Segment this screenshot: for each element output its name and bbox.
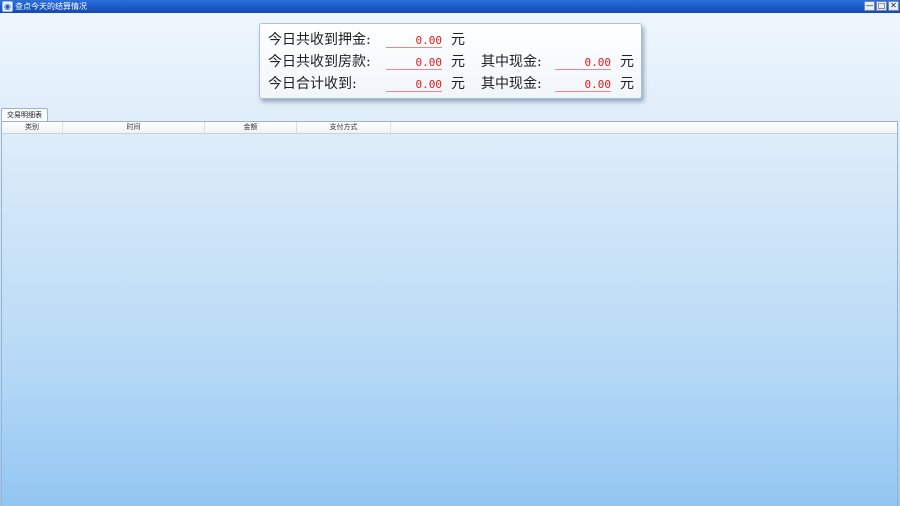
column-header-payment-method[interactable]: 支付方式 [297, 122, 391, 133]
close-button[interactable]: ✕ [888, 1, 899, 11]
window-title: 查点今天的结算情况 [15, 2, 87, 11]
total-cash-label: 其中现金: [481, 76, 542, 92]
room-cash-unit: 元 [620, 54, 634, 70]
maximize-button[interactable]: □ [876, 1, 887, 11]
table-header: 类别 时间 金额 支付方式 [2, 122, 897, 134]
room-payment-label: 今日共收到房款: [268, 54, 371, 70]
total-row: 今日合计收到: 0.00 元 其中现金: 0.00 元 [268, 74, 638, 94]
room-payment-value: 0.00 [386, 53, 442, 70]
deposit-value: 0.00 [386, 31, 442, 48]
total-unit: 元 [451, 76, 465, 92]
total-cash-value: 0.00 [555, 75, 611, 92]
deposit-row: 今日共收到押金: 0.00 元 [268, 30, 638, 50]
total-label: 今日合计收到: [268, 76, 357, 92]
total-cash-unit: 元 [620, 76, 634, 92]
deposit-label: 今日共收到押金: [268, 32, 371, 48]
title-bar: ◉ 查点今天的结算情况 — □ ✕ [0, 0, 900, 13]
column-header-category[interactable]: 类别 [2, 122, 63, 133]
room-payment-unit: 元 [451, 54, 465, 70]
transaction-table: 类别 时间 金额 支付方式 [1, 121, 898, 506]
column-header-amount[interactable]: 金额 [205, 122, 297, 133]
deposit-unit: 元 [451, 32, 465, 48]
room-payment-row: 今日共收到房款: 0.00 元 其中现金: 0.00 元 [268, 52, 638, 72]
minimize-button[interactable]: — [864, 1, 875, 11]
room-cash-label: 其中现金: [481, 54, 542, 70]
total-value: 0.00 [386, 75, 442, 92]
settlement-summary-panel: 今日共收到押金: 0.00 元 今日共收到房款: 0.00 元 其中现金: 0.… [259, 23, 642, 99]
app-icon: ◉ [2, 1, 13, 12]
column-header-time[interactable]: 时间 [63, 122, 205, 133]
tab-transaction-details[interactable]: 交易明细表 [1, 108, 48, 122]
room-cash-value: 0.00 [555, 53, 611, 70]
